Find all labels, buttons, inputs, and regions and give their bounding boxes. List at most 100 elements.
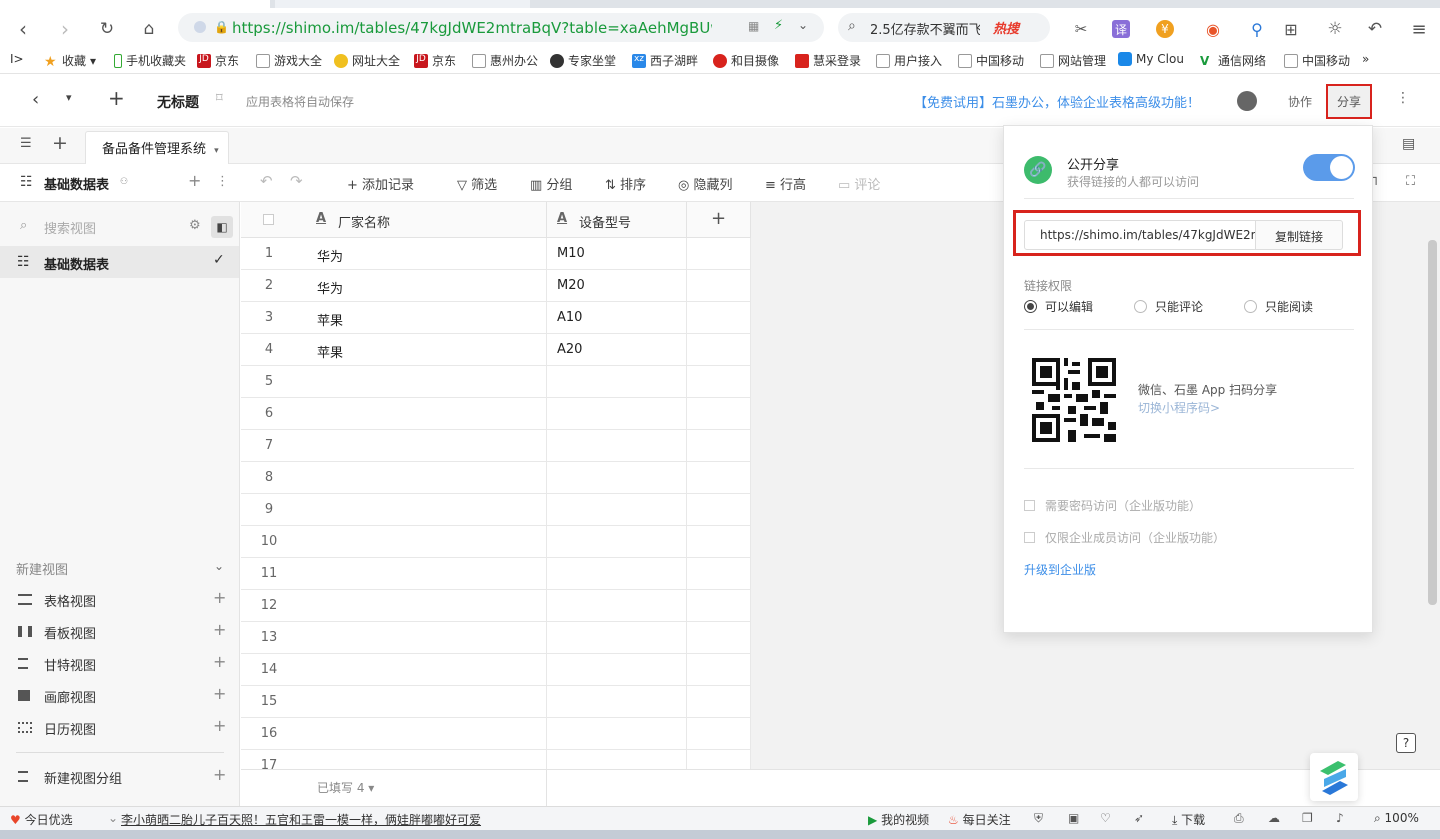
chevron-down-icon[interactable]: ⌄ <box>798 18 808 32</box>
settings-icon[interactable]: ⚙ <box>189 218 201 233</box>
speaker-icon[interactable]: ♪ <box>1336 811 1344 825</box>
bookmark-item[interactable]: 网址大全 <box>334 52 400 69</box>
bookmark-item[interactable]: 用户接入 <box>876 52 942 69</box>
table-row[interactable]: 4 苹果 A20 <box>241 334 751 366</box>
table-icon[interactable]: ▤ <box>1402 136 1415 152</box>
table-row[interactable]: 3 苹果 A10 <box>241 302 751 334</box>
table-row[interactable]: 8 <box>241 462 751 494</box>
scrollbar[interactable] <box>1428 240 1437 605</box>
bookmark-item[interactable]: 手机收藏夹 <box>114 52 186 69</box>
perm-read-radio[interactable]: 只能阅读 <box>1244 298 1313 315</box>
perm-edit-radio[interactable]: 可以编辑 <box>1024 298 1093 315</box>
copy-link-button[interactable]: 复制链接 <box>1255 220 1343 250</box>
magnifier-icon[interactable]: ⚲ <box>1244 16 1270 42</box>
cell-vendor[interactable] <box>297 430 547 462</box>
table-row[interactable]: 12 <box>241 590 751 622</box>
table-row[interactable]: 11 <box>241 558 751 590</box>
table-row[interactable]: 16 <box>241 718 751 750</box>
add-icon[interactable]: + <box>213 620 226 639</box>
cell-vendor[interactable]: 苹果 <box>297 334 547 366</box>
password-option[interactable]: 需要密码访问（企业版功能） <box>1024 497 1201 514</box>
table-row[interactable]: 1 华为 M10 <box>241 238 751 270</box>
upgrade-link[interactable]: 升级到企业版 <box>1024 561 1096 578</box>
home-icon[interactable]: ⌂ <box>136 16 162 42</box>
row-height-button[interactable]: ≡ 行高 <box>765 174 806 193</box>
today-picks[interactable]: ♥ 今日优选 <box>10 811 73 828</box>
coin-icon[interactable]: ¥ <box>1156 20 1174 38</box>
cell-vendor[interactable] <box>297 718 547 750</box>
rocket-icon[interactable]: ➶ <box>1134 811 1144 825</box>
add-column-button[interactable]: + <box>687 202 751 238</box>
perm-comment-radio[interactable]: 只能评论 <box>1134 298 1203 315</box>
cell-vendor[interactable] <box>297 366 547 398</box>
share-link-input[interactable]: https://shimo.im/tables/47kgJdWE2mtraBqV <box>1024 220 1256 250</box>
list-icon[interactable]: ☰ <box>20 136 32 151</box>
doc-title[interactable]: 无标题 <box>157 92 199 112</box>
table-row[interactable]: 10 <box>241 526 751 558</box>
table-row[interactable]: 7 <box>241 430 751 462</box>
bookmark-item[interactable]: 慧采登录 <box>795 52 861 69</box>
group-button[interactable]: ▥ 分组 <box>530 174 572 193</box>
new-view-gallery[interactable]: 画廊视图 + <box>0 679 239 711</box>
public-share-toggle[interactable] <box>1303 154 1355 181</box>
cell-vendor[interactable] <box>297 558 547 590</box>
view-item-active[interactable]: ☷ 基础数据表 ✓ <box>0 246 239 278</box>
add-icon[interactable]: + <box>213 765 226 784</box>
forward-icon[interactable]: › <box>52 16 78 42</box>
chevron-down-icon[interactable]: ⌄ <box>108 811 118 825</box>
daily-follow[interactable]: ♨ 每日关注 <box>948 811 1011 828</box>
bookmark-item[interactable]: 专家坐堂 <box>550 52 616 69</box>
hide-cols-button[interactable]: ◎ 隐藏列 <box>678 174 733 193</box>
add-sheet-icon[interactable]: + <box>52 132 68 154</box>
add-icon[interactable]: + <box>213 588 226 607</box>
chevron-down-icon[interactable]: ▾ <box>66 91 72 104</box>
lightning-icon[interactable]: ⚡ <box>774 18 783 33</box>
cell-model[interactable]: A20 <box>547 334 687 366</box>
cell-model[interactable] <box>547 622 687 654</box>
bookmark-item[interactable]: JD 京东 <box>414 52 456 69</box>
cell-model[interactable]: M20 <box>547 270 687 302</box>
cell-model[interactable] <box>547 718 687 750</box>
cell-vendor[interactable] <box>297 398 547 430</box>
redo-icon[interactable]: ↷ <box>290 172 303 190</box>
address-bar[interactable]: 🔒 https://shimo.im/tables/47kgJdWE2mtraB… <box>178 13 824 42</box>
cell-vendor[interactable]: 苹果 <box>297 302 547 334</box>
bookmark-item[interactable]: 游戏大全 <box>256 52 322 69</box>
column-header-name[interactable]: A 厂家名称 <box>241 202 547 238</box>
share-button[interactable]: 分享 <box>1326 84 1372 119</box>
brightness-icon[interactable]: ☼ <box>1322 16 1348 42</box>
filled-count[interactable]: 已填写 4 ▾ <box>317 779 374 796</box>
cell-vendor[interactable] <box>297 686 547 718</box>
undo-icon[interactable]: ↶ <box>1362 16 1388 42</box>
sheet-tab[interactable]: 备品备件管理系统 ▾ <box>85 131 229 164</box>
cell-model[interactable] <box>547 654 687 686</box>
more-bookmarks[interactable]: » <box>1362 52 1369 66</box>
image-icon[interactable]: ▣ <box>1068 811 1079 825</box>
table-row[interactable]: 14 <box>241 654 751 686</box>
reload-icon[interactable]: ↻ <box>94 16 120 42</box>
sort-button[interactable]: ⇅ 排序 <box>605 174 646 193</box>
download-button[interactable]: ⤓ 下载 <box>1172 811 1205 828</box>
avatar[interactable] <box>1237 91 1257 111</box>
window-icon[interactable]: ❐ <box>1302 811 1313 825</box>
cell-model[interactable] <box>547 366 687 398</box>
browser-tab-active[interactable] <box>0 0 270 8</box>
new-view-calendar[interactable]: 日历视图 + <box>0 711 239 743</box>
add-table-icon[interactable]: + <box>188 171 201 190</box>
cell-vendor[interactable] <box>297 654 547 686</box>
cell-model[interactable] <box>547 462 687 494</box>
cell-vendor[interactable]: 华为 <box>297 270 547 302</box>
browser-search[interactable]: ⌕ 2.5亿存款不翼而飞 热搜 <box>838 13 1050 42</box>
add-icon[interactable]: + <box>213 716 226 735</box>
table-row[interactable]: 2 华为 M20 <box>241 270 751 302</box>
new-view-table[interactable]: 表格视图 + <box>0 583 239 615</box>
chevron-down-icon[interactable]: ⌄ <box>214 559 224 573</box>
table-row[interactable]: 5 <box>241 366 751 398</box>
table-row[interactable]: 15 <box>241 686 751 718</box>
cell-vendor[interactable] <box>297 494 547 526</box>
cell-model[interactable] <box>547 590 687 622</box>
back-icon[interactable]: ‹ <box>10 16 36 42</box>
back-icon[interactable]: ‹ <box>32 89 39 110</box>
cell-model[interactable] <box>547 494 687 526</box>
cell-model[interactable] <box>547 398 687 430</box>
